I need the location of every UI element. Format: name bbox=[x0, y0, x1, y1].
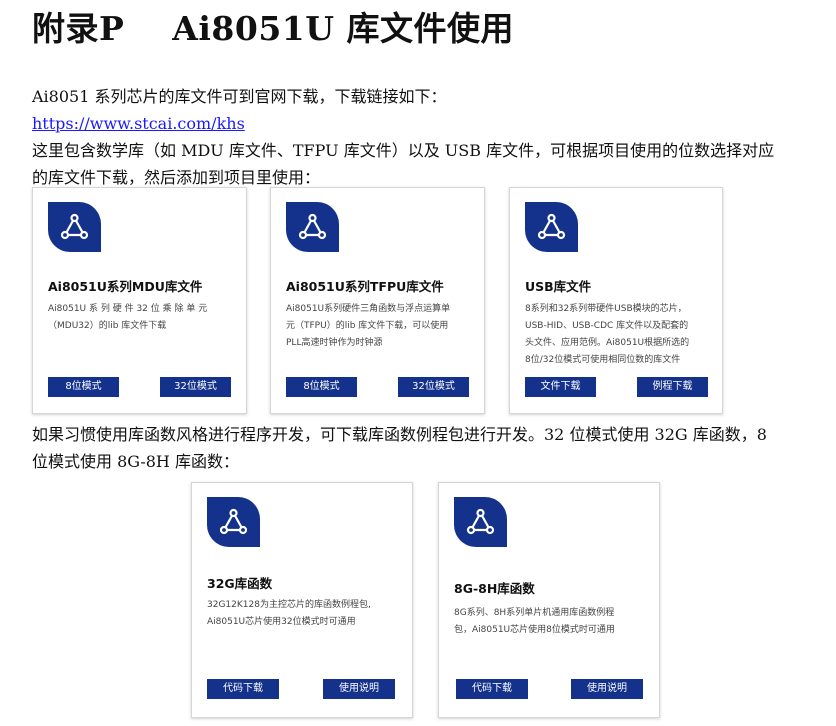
middle-paragraph: 如果习惯使用库函数风格进行程序开发，可下载库函数例程包进行开发。32 位模式使用… bbox=[32, 421, 822, 475]
tfpu-8bit-button[interactable]: 8位模式 bbox=[286, 377, 357, 397]
network-icon bbox=[48, 202, 101, 252]
card-32g-library: 32G库函数 32G12K128为主控芯片的库函数例程包, Ai8051U芯片使… bbox=[191, 482, 413, 718]
network-icon bbox=[207, 497, 260, 547]
middle-line-2: 位模式使用 8G-8H 库函数： bbox=[32, 452, 239, 471]
card-description: 8系列和32系列带硬件USB模块的芯片， USB-HID、USB-CDC 库文件… bbox=[525, 304, 690, 365]
32g-manual-button[interactable]: 使用说明 bbox=[323, 679, 395, 699]
card-mdu-library: Ai8051U系列MDU库文件 Ai8051U 系 列 硬 件 32 位 乘 除… bbox=[32, 187, 247, 414]
card-title: Ai8051U系列TFPU库文件 bbox=[286, 279, 444, 294]
card-tfpu-library: Ai8051U系列TFPU库文件 Ai8051U系列硬件三角函数与浮点运算单 元… bbox=[270, 187, 485, 414]
network-icon bbox=[454, 497, 507, 547]
tfpu-32bit-button[interactable]: 32位模式 bbox=[398, 377, 469, 397]
card-description: 32G12K128为主控芯片的库函数例程包, Ai8051U芯片使用32位模式时… bbox=[207, 600, 371, 627]
intro-line-1: Ai8051 系列芯片的库文件可到官网下载，下载链接如下： bbox=[32, 87, 447, 106]
network-icon bbox=[525, 202, 578, 252]
middle-line-1: 如果习惯使用库函数风格进行程序开发，可下载库函数例程包进行开发。32 位模式使用… bbox=[32, 425, 767, 444]
card-usb-library: USB库文件 8系列和32系列带硬件USB模块的芯片， USB-HID、USB-… bbox=[509, 187, 723, 414]
card-title: USB库文件 bbox=[525, 279, 592, 294]
8g8h-manual-button[interactable]: 使用说明 bbox=[571, 679, 643, 699]
card-title: Ai8051U系列MDU库文件 bbox=[48, 279, 203, 294]
32g-code-download-button[interactable]: 代码下载 bbox=[207, 679, 279, 699]
8g8h-code-download-button[interactable]: 代码下载 bbox=[456, 679, 528, 699]
intro-paragraph: Ai8051 系列芯片的库文件可到官网下载，下载链接如下： https://ww… bbox=[32, 83, 822, 191]
card-8g8h-library: 8G-8H库函数 8G系列、8H系列单片机通用库函数例程 包，Ai8051U芯片… bbox=[438, 482, 660, 718]
download-link[interactable]: https://www.stcai.com/khs bbox=[32, 114, 245, 133]
card-title: 32G库函数 bbox=[207, 576, 273, 591]
card-description: Ai8051U 系 列 硬 件 32 位 乘 除 单 元 （MDU32）的lib… bbox=[48, 304, 208, 331]
usb-example-download-button[interactable]: 例程下载 bbox=[637, 377, 708, 397]
card-description: Ai8051U系列硬件三角函数与浮点运算单 元（TFPU）的lib 库文件下载，… bbox=[286, 304, 451, 348]
card-description: 8G系列、8H系列单片机通用库函数例程 包，Ai8051U芯片使用8位模式时可通… bbox=[454, 608, 615, 635]
card-title: 8G-8H库函数 bbox=[454, 581, 535, 596]
usb-file-download-button[interactable]: 文件下载 bbox=[525, 377, 596, 397]
mdu-8bit-button[interactable]: 8位模式 bbox=[48, 377, 119, 397]
intro-line-3: 这里包含数学库（如 MDU 库文件、TFPU 库文件）以及 USB 库文件，可根… bbox=[32, 141, 775, 160]
network-icon bbox=[286, 202, 339, 252]
mdu-32bit-button[interactable]: 32位模式 bbox=[160, 377, 231, 397]
page-title: 附录P Ai8051U 库文件使用 bbox=[32, 9, 515, 48]
